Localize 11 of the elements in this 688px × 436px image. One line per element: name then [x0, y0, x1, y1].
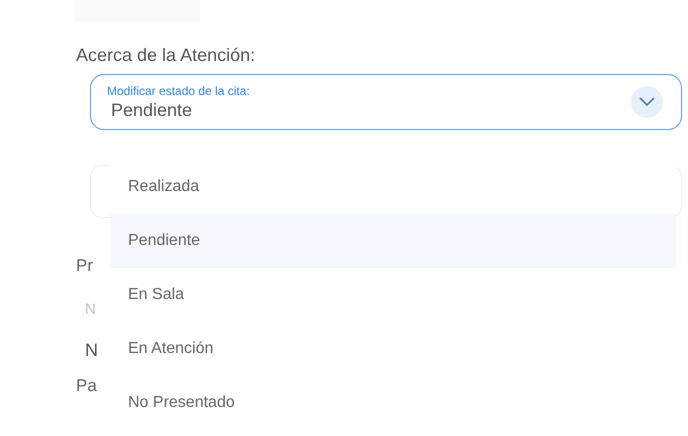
- section-title: Acerca de la Atención:: [76, 44, 256, 66]
- menu-option[interactable]: Pendiente: [110, 214, 676, 268]
- select-value: Pendiente: [111, 98, 194, 120]
- form-label: Pa: [76, 375, 98, 397]
- form-label: N: [85, 339, 99, 361]
- select-label: Modificar estado de la cita:: [107, 84, 250, 98]
- chevron-button[interactable]: [631, 86, 663, 118]
- status-select[interactable]: Modificar estado de la cita: Pendiente: [90, 74, 682, 130]
- chevron-down-icon: [639, 97, 655, 107]
- form-label: Pr: [76, 255, 94, 277]
- form-label: N: [85, 300, 97, 320]
